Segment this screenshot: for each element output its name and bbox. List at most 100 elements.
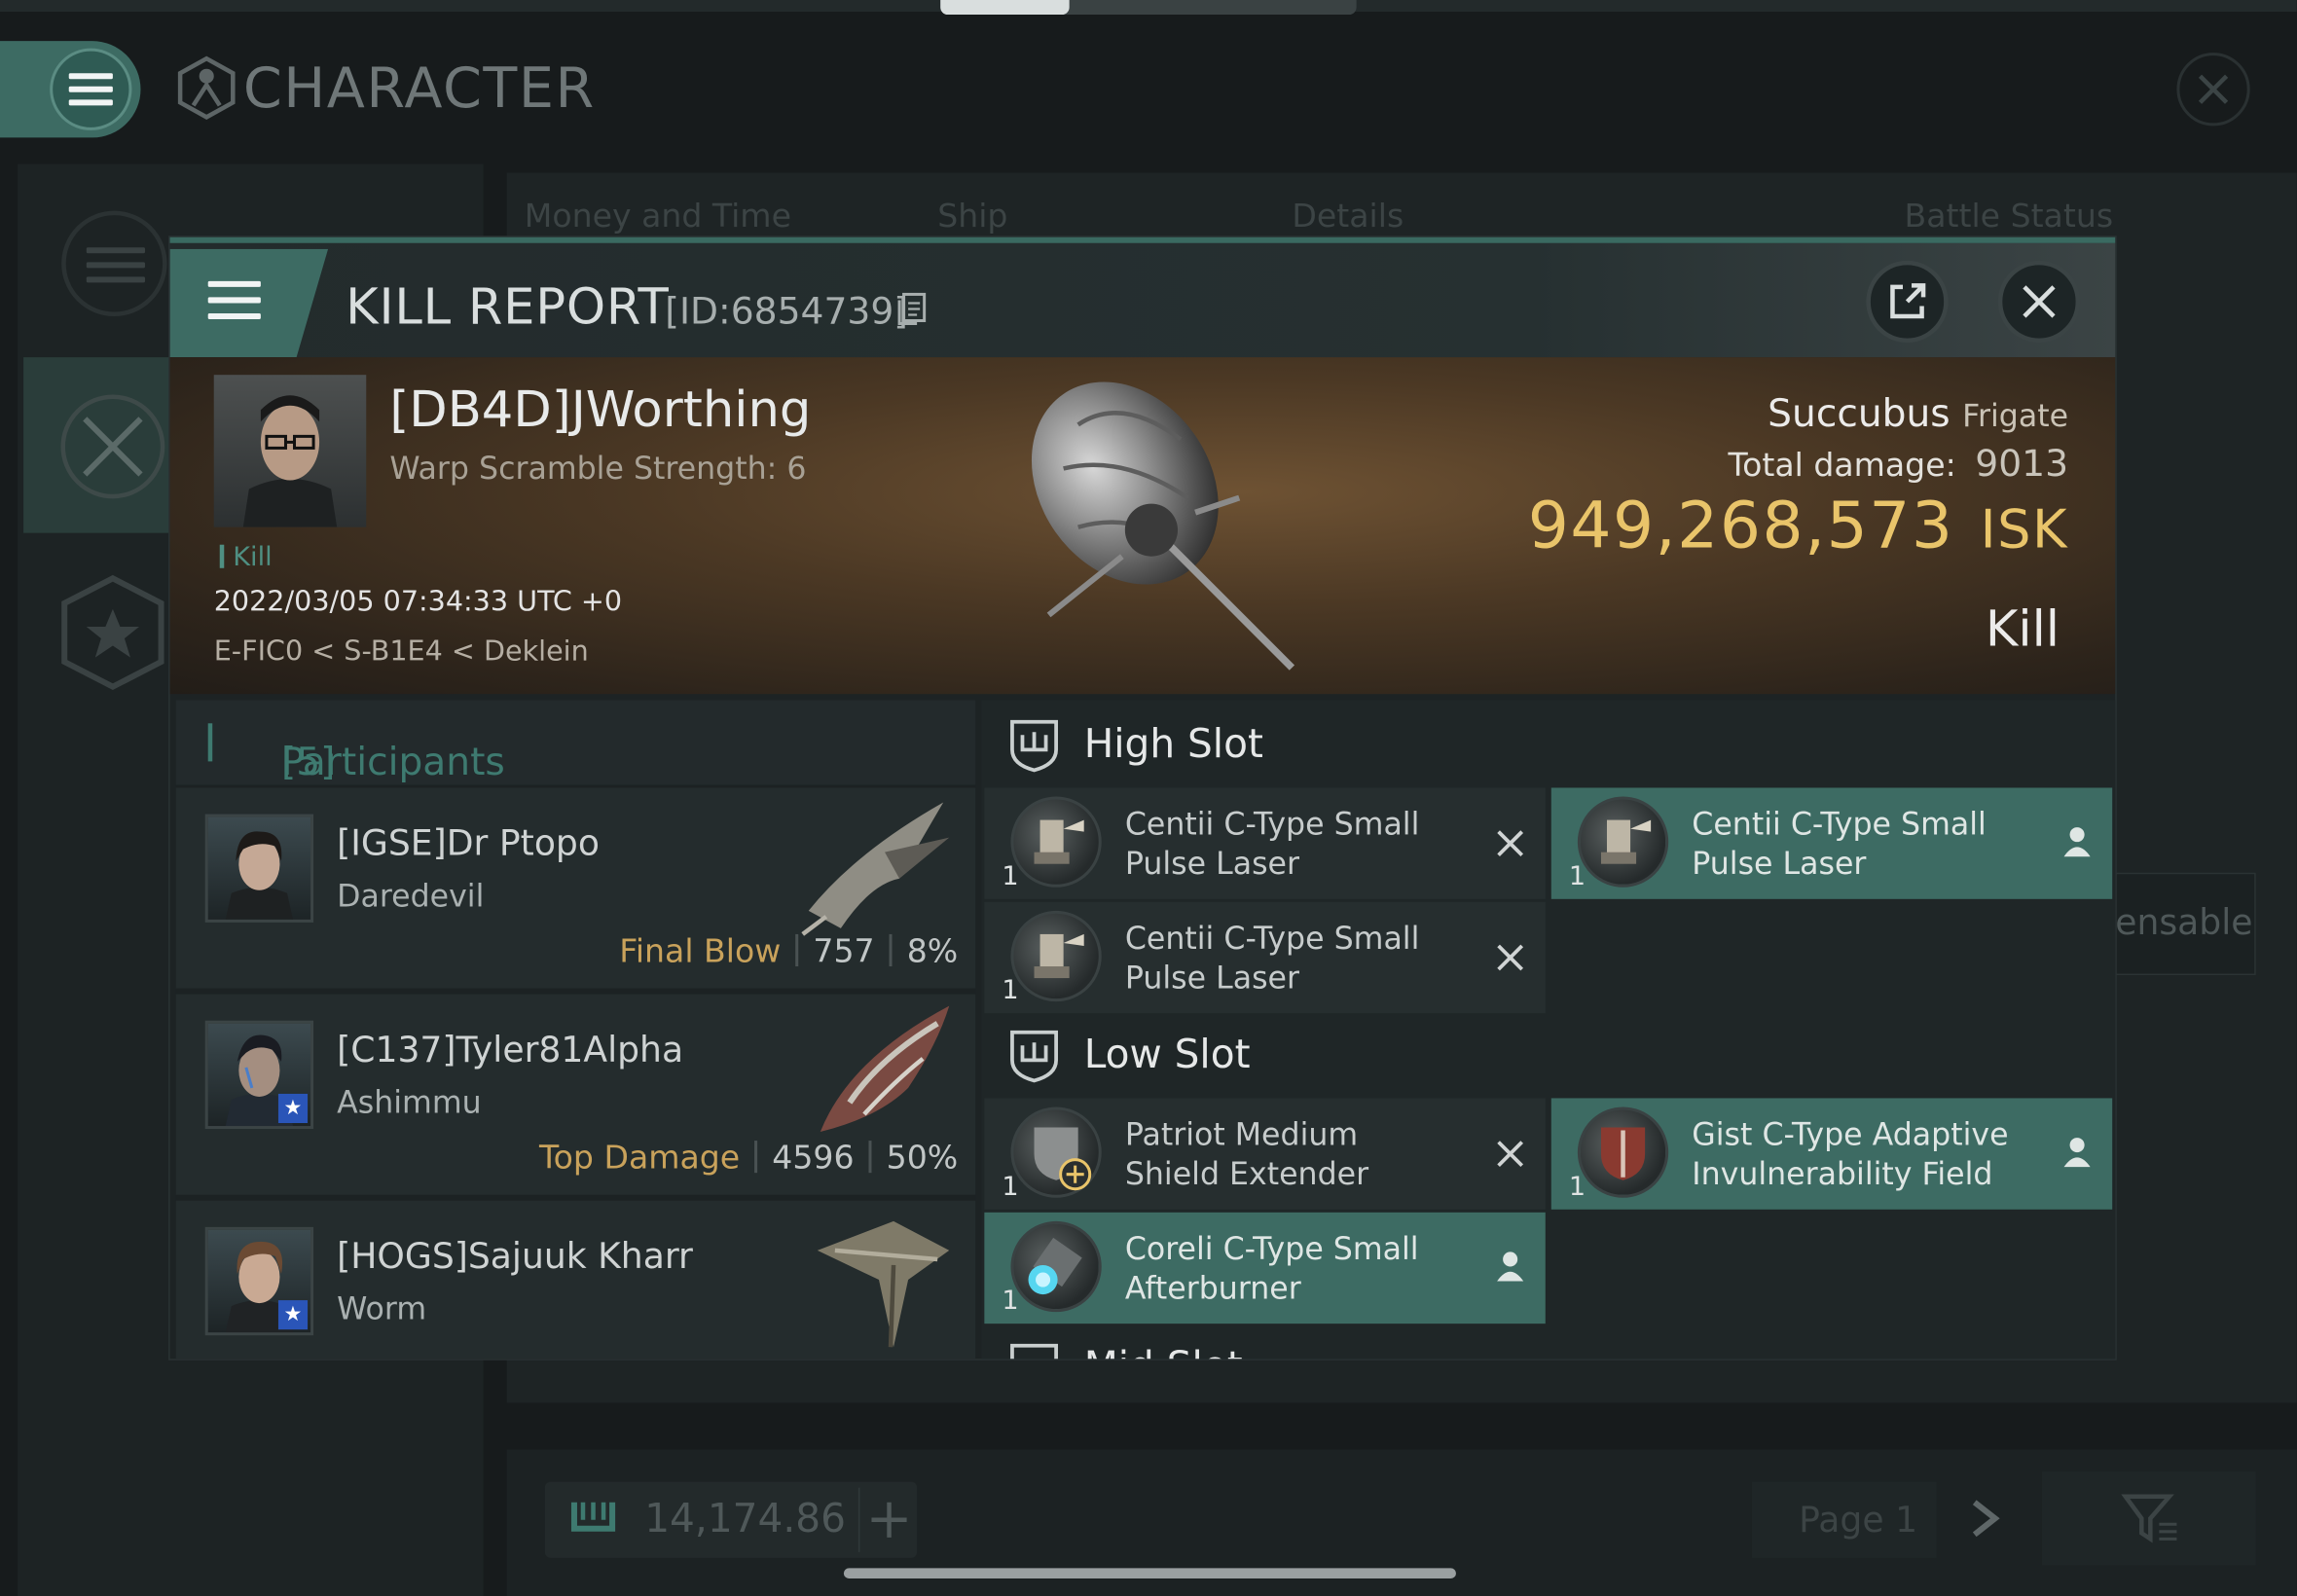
module-quantity: 1 [1568,860,1586,892]
pulse-laser-icon [1010,796,1102,888]
dialog-header: KILL REPORT [ID:6854739] [169,236,2116,358]
module-item[interactable]: 1 Patriot Medium Shield Extender [984,1098,1546,1210]
add-funds-button[interactable] [857,1487,917,1552]
participant-name: [IGSE]Dr Ptopo [337,822,600,864]
avatar: ★ [204,1020,314,1130]
background-close-button[interactable] [2176,53,2250,127]
victim-summary: [DB4D]JWorthing Warp Scramble Strength: … [169,357,2116,695]
invulnerability-field-icon [1577,1106,1669,1198]
participant-row[interactable]: [IGSE]Dr Ptopo Daredevil Final Blow 757 8% [175,787,976,989]
participant-row[interactable]: ★ [C137]Tyler81Alpha Ashimmu Top Damage 4… [175,994,976,1195]
victim-ship[interactable]: Succubus Frigate [1768,392,2068,436]
afterburner-icon [1010,1220,1102,1313]
participants-header[interactable]: Participants [5] [175,700,976,785]
ship-render[interactable] [990,366,1312,688]
module-item[interactable]: 1 Centii C-Type Small Pulse Laser [984,787,1546,899]
crossed-swords-icon [60,394,165,499]
shield-extender-icon [1010,1106,1102,1198]
pulse-laser-icon [1010,910,1102,1002]
tab-ship[interactable]: Ship [937,200,1007,236]
participant-name: [HOGS]Sajuuk Kharr [337,1235,693,1278]
close-icon [2198,74,2229,104]
participant-ship: Daredevil [337,878,485,914]
module-name: Centii C-Type Small Pulse Laser [1124,921,1420,997]
mid-slot-label: Mid Slot [1084,1344,1243,1359]
module-item[interactable]: 1 Centii C-Type Small Pulse Laser [1550,787,2113,899]
participant-ship: Ashimmu [337,1084,482,1121]
kill-id: [ID:6854739] [665,289,908,333]
kill-location[interactable]: E-FIC0 < S-B1E4 < Deklein [214,635,589,668]
dialog-title: KILL REPORT [346,277,670,338]
high-slot-header: High Slot [981,700,2115,790]
victim-name[interactable]: [DB4D]JWorthing [389,381,811,439]
ship-thumbnail-ashimmu [820,1005,950,1133]
module-item[interactable]: 1 Gist C-Type Adaptive Invulnerability F… [1550,1098,2113,1210]
participants-panel: Participants [5] [IGSE]Dr Ptopo Daredevi… [175,700,976,1360]
kill-result: Kill [1985,599,2060,660]
page-box: Page 1 [1751,1481,1937,1558]
background-side-label: ensable [2115,901,2253,943]
share-button[interactable] [1866,260,1949,344]
kill-datetime: 2022/03/05 07:34:33 UTC +0 [213,585,623,618]
filter-icon [2121,1494,2177,1543]
character-logo-icon [177,55,236,120]
ship-thumbnail-worm [817,1220,950,1348]
plus-icon [871,1502,907,1538]
person-icon [2063,1138,2091,1168]
kill-report-dialog: KILL REPORT [ID:6854739] [DB4D]JWorthing… [169,236,2116,1360]
tab-money-and-time[interactable]: Money and Time [525,200,791,236]
wallet-icon [570,1502,616,1532]
filter-button[interactable] [2041,1471,2256,1566]
page-indicator[interactable] [940,0,1357,16]
dialog-close-button[interactable] [1997,260,2081,344]
person-icon [1497,1251,1524,1282]
avatar [204,814,314,923]
participant-row[interactable]: ★ [HOGS]Sajuuk Kharr Worm [175,1200,976,1360]
module-name: Centii C-Type Small Pulse Laser [1124,807,1420,882]
wallet-balance: 14,174.86 [644,1496,847,1542]
participant-stats: Top Damage 4596 50% [539,1141,959,1178]
module-name: Centii C-Type Small Pulse Laser [1692,807,1987,882]
module-name: Gist C-Type Adaptive Invulnerability Fie… [1692,1117,2009,1192]
participant-stats: Final Blow 757 8% [619,933,959,971]
module-quantity: 1 [1002,860,1019,892]
dialog-menu-button[interactable] [169,248,329,358]
destroyed-icon [1497,1141,1524,1167]
wallet-box: 14,174.86 [544,1481,918,1558]
destroyed-icon [1497,830,1524,857]
list-icon[interactable] [61,210,167,316]
high-slot-label: High Slot [1083,721,1263,768]
module-quantity: 1 [1002,1171,1019,1203]
module-quantity: 1 [1002,1286,1019,1317]
tab-battle-status[interactable]: Battle Status [1905,200,2114,236]
isk-value: 949,268,573 ISK [1527,489,2069,564]
kill-tag: Kill [219,542,273,572]
victim-subtitle: Warp Scramble Strength: 6 [389,451,807,487]
copy-icon[interactable] [896,291,929,326]
module-quantity: 1 [1568,1171,1586,1203]
main-menu-button[interactable] [0,41,141,138]
menu-icon [207,280,261,320]
module-item[interactable]: 1 Coreli C-Type Small Afterburner [984,1212,1546,1324]
high-slot-icon [1010,719,1058,773]
star-badge-icon: ★ [277,1093,309,1124]
star-badge-icon[interactable] [58,574,166,691]
low-slot-label: Low Slot [1083,1032,1251,1078]
star-badge-icon: ★ [277,1300,309,1330]
avatar [242,395,338,527]
page-title: CHARACTER [242,55,596,121]
chevron-right-icon[interactable] [1963,1494,2010,1543]
close-icon [2023,285,2056,318]
mid-slot-header: Mid Slot [981,1329,2115,1360]
external-link-icon [1890,283,1926,319]
module-name: Coreli C-Type Small Afterburner [1124,1231,1419,1307]
low-slot-header: Low Slot [981,1010,2115,1101]
home-indicator[interactable] [843,1568,1456,1578]
page-label: Page 1 [1799,1499,1918,1541]
victim-portrait[interactable] [213,375,367,527]
destroyed-icon [1497,944,1524,971]
tab-details[interactable]: Details [1292,200,1404,236]
module-item[interactable]: 1 Centii C-Type Small Pulse Laser [984,901,1546,1014]
participant-name: [C137]Tyler81Alpha [337,1029,684,1070]
module-name: Patriot Medium Shield Extender [1124,1117,1369,1192]
